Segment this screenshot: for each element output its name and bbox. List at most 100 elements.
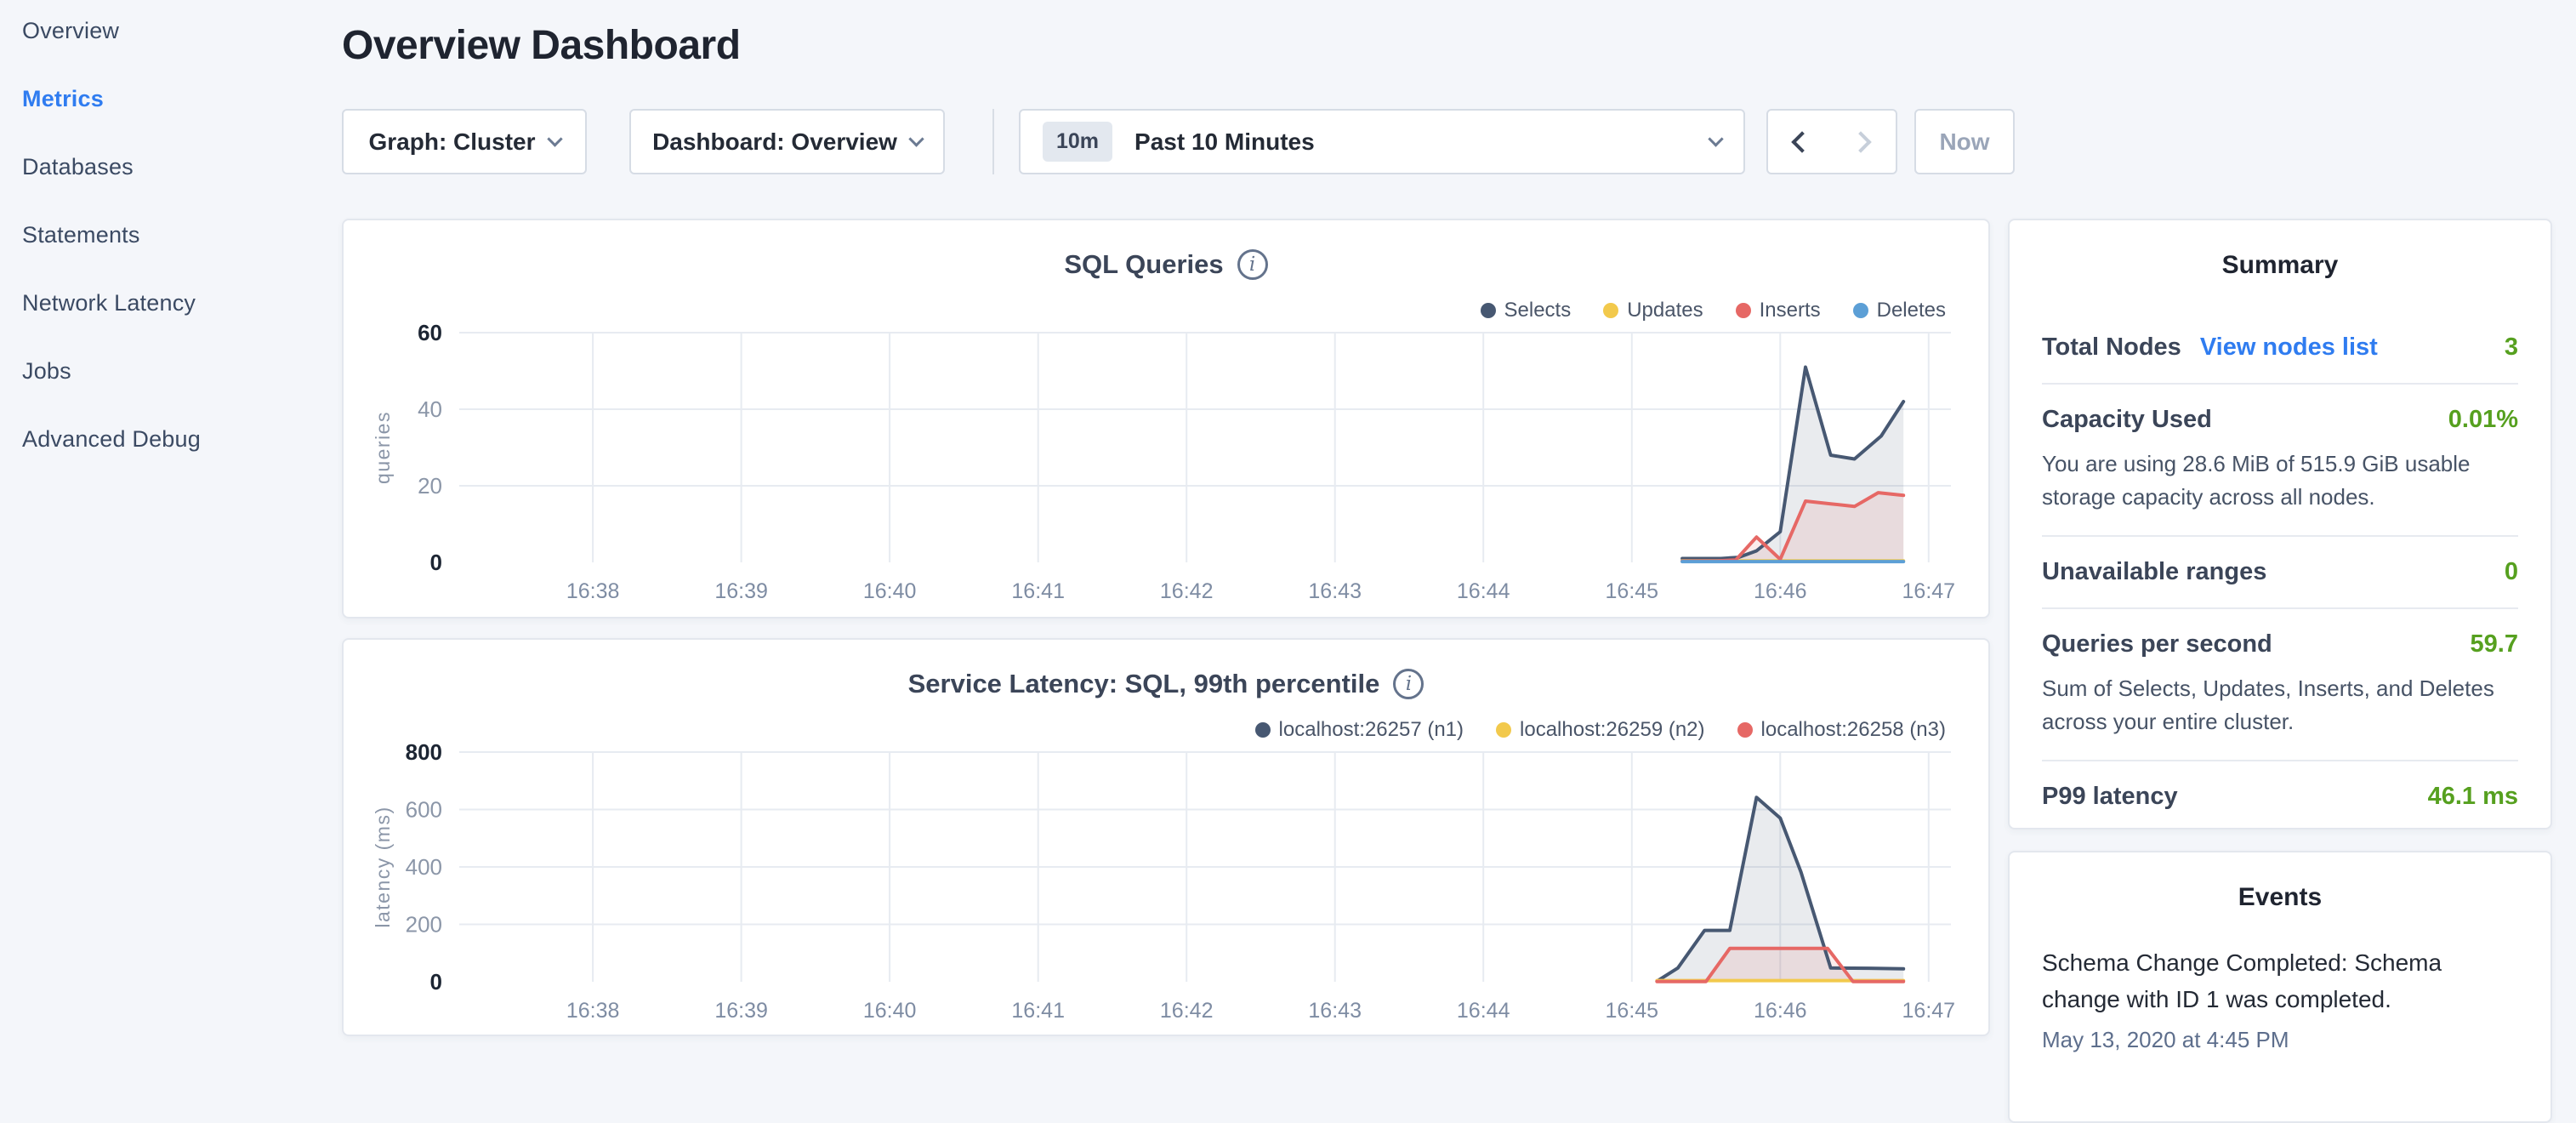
legend-dot [1603,303,1618,318]
view-nodes-list-link[interactable]: View nodes list [2200,333,2378,362]
chart-title: SQL Queries [1064,249,1223,280]
svg-text:16:41: 16:41 [1011,999,1065,1023]
sidebar-item-statements[interactable]: Statements [22,221,328,248]
summary-row-description: You are using 28.6 MiB of 515.9 GiB usab… [2042,447,2518,514]
chevron-down-icon [908,131,924,146]
svg-text:16:46: 16:46 [1754,999,1807,1023]
summary-row-value: 0.01% [2448,406,2518,434]
event-list-item[interactable]: Schema Change Completed: Schema change w… [2042,944,2518,1053]
graph-source-dropdown-label: Graph: Cluster [368,128,535,156]
legend-item-selects: Selects [1481,299,1572,322]
legend-item-deletes: Deletes [1853,299,1946,322]
summary-row-label: Queries per second [2042,630,2272,658]
chevron-right-icon [1850,131,1871,152]
legend-item-updates: Updates [1603,299,1703,322]
summary-row-label: P99 latency [2042,783,2178,811]
svg-text:16:38: 16:38 [566,579,620,603]
svg-text:400: 400 [406,854,442,880]
svg-text:60: 60 [418,322,442,345]
svg-text:16:41: 16:41 [1011,579,1065,603]
event-timestamp: May 13, 2020 at 4:45 PM [2042,1027,2518,1053]
legend-dot [1496,722,1511,738]
legend-item-localhost-26259-n2: localhost:26259 (n2) [1496,718,1704,742]
svg-text:20: 20 [418,473,442,499]
svg-text:200: 200 [406,912,442,938]
svg-text:16:46: 16:46 [1754,579,1807,603]
svg-text:16:43: 16:43 [1308,579,1362,603]
time-window-prev-button[interactable] [1766,109,1833,174]
time-range-badge: 10m [1043,122,1112,162]
summary-row-total-nodes: Total Nodes View nodes list 3 [2042,312,2518,385]
svg-text:16:47: 16:47 [1902,999,1956,1023]
sidebar: Overview Metrics Databases Statements Networ… [22,17,328,453]
svg-text:16:44: 16:44 [1457,579,1510,603]
svg-text:40: 40 [418,396,442,422]
graph-source-dropdown[interactable]: Graph: Cluster [342,109,587,174]
svg-text:0: 0 [430,550,442,575]
sidebar-item-network-latency[interactable]: Network Latency [22,289,328,316]
sidebar-item-overview[interactable]: Overview [22,17,328,44]
summary-row-value: 0 [2505,558,2518,586]
time-window-next-button[interactable] [1831,109,1897,174]
legend-dot [1255,722,1271,738]
sql-queries-chart[interactable]: 16:3816:3916:4016:4116:4216:4316:4416:45… [364,322,1971,612]
chart-title-row: Service Latency: SQL, 99th percentile i [344,669,1988,699]
svg-text:16:45: 16:45 [1606,579,1659,603]
chart-title: Service Latency: SQL, 99th percentile [908,669,1380,699]
sql-queries-chart-card: SQL Queries i Selects Updates Inserts Delet… [342,219,1990,619]
overview-dashboard-page: { "sidebar": { "items": [ {"label": "Ove… [0,0,2576,1052]
now-button[interactable]: Now [1914,109,2015,174]
summary-panel: Summary Total Nodes View nodes list 3 Ca… [2008,219,2552,829]
time-range-label: Past 10 Minutes [1134,128,1315,156]
legend-dot [1737,722,1753,738]
svg-text:16:47: 16:47 [1902,579,1956,603]
legend-dot [1481,303,1496,318]
service-latency-chart[interactable]: 16:3816:3916:4016:4116:4216:4316:4416:45… [364,742,1971,1031]
chevron-down-icon [547,131,562,146]
sidebar-item-metrics[interactable]: Metrics [22,85,328,112]
svg-text:16:39: 16:39 [714,999,768,1023]
summary-row-unavailable-ranges: Unavailable ranges 0 [2042,537,2518,609]
svg-text:16:45: 16:45 [1606,999,1659,1023]
info-icon[interactable]: i [1237,249,1268,280]
summary-row-label: Unavailable ranges [2042,558,2266,586]
chart-title-row: SQL Queries i [344,249,1988,280]
svg-text:latency (ms): latency (ms) [372,806,394,927]
svg-text:800: 800 [406,742,442,765]
chart-legend: localhost:26257 (n1)localhost:26259 (n2)… [1255,718,1946,742]
svg-text:queries: queries [372,411,394,484]
summary-row-queries-per-second: Queries per second 59.7 Sum of Selects, … [2042,609,2518,761]
summary-row-label: Total Nodes [2042,333,2181,362]
summary-row-value: 3 [2505,333,2518,362]
svg-text:16:42: 16:42 [1160,579,1214,603]
chart-legend: Selects Updates Inserts Deletes [1481,299,1947,322]
info-icon[interactable]: i [1393,669,1424,699]
summary-title: Summary [2042,251,2518,280]
service-latency-chart-card: Service Latency: SQL, 99th percentile i … [342,638,1990,1036]
chevron-down-icon [1708,131,1723,146]
sidebar-item-jobs[interactable]: Jobs [22,357,328,385]
svg-text:16:39: 16:39 [714,579,768,603]
dashboard-dropdown-label: Dashboard: Overview [652,128,897,156]
svg-text:16:38: 16:38 [566,999,620,1023]
summary-row-label: Capacity Used [2042,406,2212,434]
time-range-dropdown[interactable]: 10m Past 10 Minutes [1019,109,1745,174]
sidebar-item-advanced-debug[interactable]: Advanced Debug [22,425,328,453]
svg-text:16:40: 16:40 [863,999,917,1023]
legend-dot [1736,303,1751,318]
sidebar-item-databases[interactable]: Databases [22,153,328,180]
summary-row-value: 59.7 [2471,630,2518,658]
summary-row-value: 46.1 ms [2428,783,2518,811]
summary-row-p99-latency: P99 latency 46.1 ms [2042,761,2518,832]
event-message: Schema Change Completed: Schema change w… [2042,944,2518,1018]
legend-item-inserts: Inserts [1736,299,1821,322]
summary-row-capacity-used: Capacity Used 0.01% You are using 28.6 M… [2042,385,2518,537]
svg-text:16:42: 16:42 [1160,999,1214,1023]
svg-text:16:44: 16:44 [1457,999,1510,1023]
dashboard-dropdown[interactable]: Dashboard: Overview [629,109,945,174]
controls-divider [992,109,994,174]
events-panel: Events Schema Change Completed: Schema c… [2008,851,2552,1123]
chevron-left-icon [1791,131,1812,152]
events-title: Events [2042,883,2518,912]
summary-row-description: Sum of Selects, Updates, Inserts, and De… [2042,672,2518,738]
